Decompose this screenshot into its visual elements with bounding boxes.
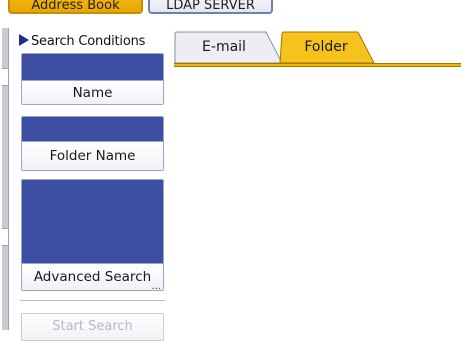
folder-name-search-field[interactable]: Folder Name (21, 116, 164, 171)
name-button-label: Name (72, 85, 113, 101)
tab-ldap-server[interactable]: LDAP SERVER (148, 0, 273, 14)
tab-email[interactable]: E-mail (174, 31, 274, 63)
result-tabs: E-mail Folder (174, 31, 461, 67)
divider (20, 300, 165, 301)
tab-address-book-label: Address Book (31, 0, 120, 13)
advanced-search-value-area[interactable] (22, 180, 163, 263)
tab-folder[interactable]: Folder (284, 31, 368, 63)
advanced-search-button[interactable]: Advanced Search ... (22, 263, 163, 291)
tab-underline (174, 63, 461, 67)
more-ellipsis-icon: ... (151, 281, 161, 291)
folder-name-button[interactable]: Folder Name (22, 141, 163, 170)
folder-name-button-label: Folder Name (49, 148, 136, 164)
name-button[interactable]: Name (22, 80, 163, 104)
search-conditions-heading: Search Conditions (19, 34, 169, 49)
tab-email-label: E-mail (202, 39, 246, 55)
search-conditions-title: Search Conditions (31, 34, 146, 49)
start-search-label: Start Search (52, 319, 133, 334)
tab-folder-label: Folder (304, 39, 348, 55)
start-search-button[interactable]: Start Search (21, 313, 164, 341)
left-rail (2, 28, 9, 330)
tab-address-book[interactable]: Address Book (8, 0, 143, 14)
rail-notch (2, 68, 8, 86)
rail-notch (2, 228, 8, 246)
name-search-field[interactable]: Name (21, 53, 164, 105)
name-value-area[interactable] (22, 54, 163, 80)
folder-name-value-area[interactable] (22, 117, 163, 141)
tab-ldap-server-label: LDAP SERVER (166, 0, 255, 13)
triangle-right-icon (19, 34, 29, 46)
advanced-search-button-label: Advanced Search (33, 269, 152, 285)
advanced-search-field[interactable]: Advanced Search ... (21, 179, 164, 291)
